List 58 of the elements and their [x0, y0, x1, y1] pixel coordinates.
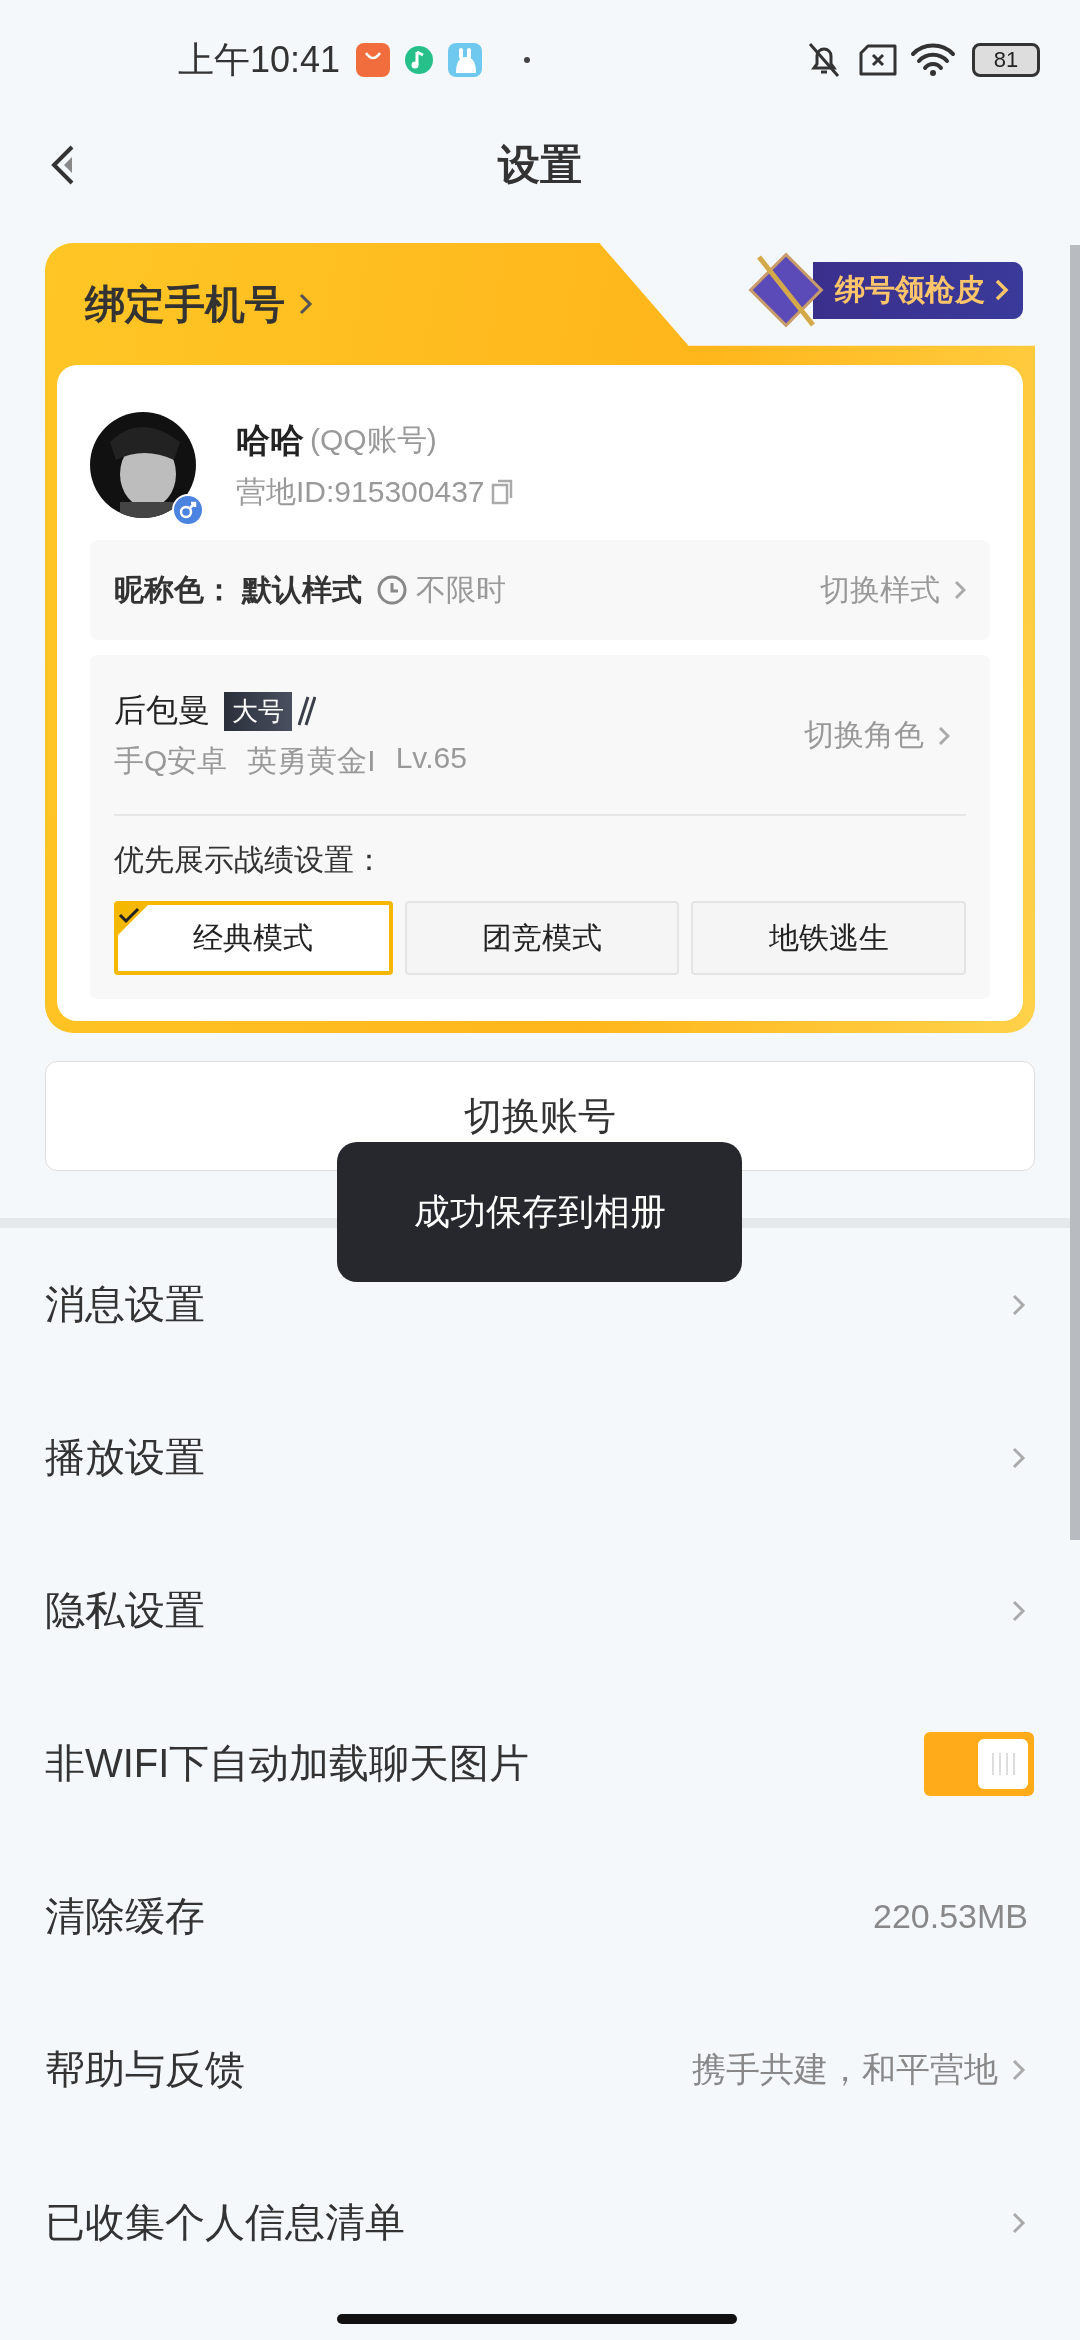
back-icon[interactable]	[50, 143, 76, 187]
settings-row[interactable]: 隐私设置	[0, 1534, 1070, 1687]
male-icon	[172, 494, 204, 526]
more-notifications-icon	[524, 57, 531, 63]
level-text: Lv.65	[395, 741, 467, 776]
settings-row[interactable]: 已收集个人信息清单	[0, 2146, 1070, 2299]
chevron-icon	[995, 278, 1009, 302]
no-sim-icon	[858, 43, 898, 77]
chevron-icon	[954, 579, 966, 601]
check-corner-icon	[116, 903, 150, 937]
mode-option[interactable]: 地铁逃生	[691, 901, 966, 975]
chevron-icon	[299, 292, 313, 316]
role-tag: 大号	[224, 691, 292, 731]
nickname-color-value: 默认样式	[242, 571, 362, 608]
rabbit-icon	[448, 43, 483, 77]
toggle-switch[interactable]	[924, 1731, 1034, 1796]
account-type: (QQ账号)	[310, 422, 437, 458]
settings-label: 帮助与反馈	[45, 2046, 245, 2093]
settings-row[interactable]: 帮助与反馈 携手共建，和平营地	[0, 1993, 1070, 2146]
shopping-bag-icon	[356, 43, 391, 77]
battery-indicator: 81	[972, 43, 1040, 77]
chevron-icon	[1012, 1445, 1026, 1470]
settings-value: 220.53MB	[873, 1897, 1028, 1936]
copy-icon[interactable]	[490, 479, 513, 505]
rank-text: 英勇黄金I	[247, 743, 376, 779]
settings-row[interactable]: 播放设置	[0, 1381, 1070, 1534]
platform-text: 手Q安卓	[114, 743, 228, 779]
nickname-color-label: 昵称色：	[114, 571, 234, 608]
role-name: 后包曼	[114, 691, 210, 730]
clock-icon	[376, 574, 408, 606]
switch-account-button[interactable]: 切换账号	[45, 1061, 1035, 1171]
mode-option[interactable]: 团竞模式	[404, 901, 680, 975]
chevron-icon	[1012, 2057, 1026, 2082]
settings-label: 隐私设置	[45, 1587, 205, 1634]
bind-phone-link[interactable]: 绑定手机号	[57, 276, 313, 332]
user-name: 哈哈	[236, 419, 304, 461]
settings-row[interactable]: 清除缓存 220.53MB	[0, 1840, 1070, 1993]
chevron-icon	[938, 724, 950, 747]
save-toast: 成功保存到相册	[337, 1142, 742, 1282]
settings-row[interactable]: 非WIFI下自动加载聊天图片	[0, 1687, 1070, 1840]
settings-label: 非WIFI下自动加载聊天图片	[45, 1740, 530, 1787]
slash-decoration-icon	[298, 696, 316, 726]
camp-id: 营地ID:915300437	[236, 473, 485, 510]
settings-label: 消息设置	[45, 1281, 205, 1328]
settings-label: 已收集个人信息清单	[45, 2199, 405, 2246]
settings-label: 清除缓存	[45, 1893, 205, 1940]
chevron-icon	[1012, 1292, 1026, 1317]
status-time: 上午10:41	[178, 37, 341, 82]
page-title: 设置	[498, 140, 582, 190]
settings-label: 播放设置	[45, 1434, 205, 1481]
chevron-icon	[1012, 1598, 1026, 1623]
promo-ribbon[interactable]: 绑号领枪皮	[813, 261, 1023, 319]
priority-label: 优先展示战绩设置：	[114, 842, 384, 878]
chevron-icon	[1012, 2210, 1026, 2235]
mode-option[interactable]: 经典模式	[114, 901, 393, 975]
settings-value: 携手共建，和平营地	[692, 2048, 998, 2090]
wifi-icon	[910, 43, 956, 77]
duration-text: 不限时	[416, 571, 506, 608]
